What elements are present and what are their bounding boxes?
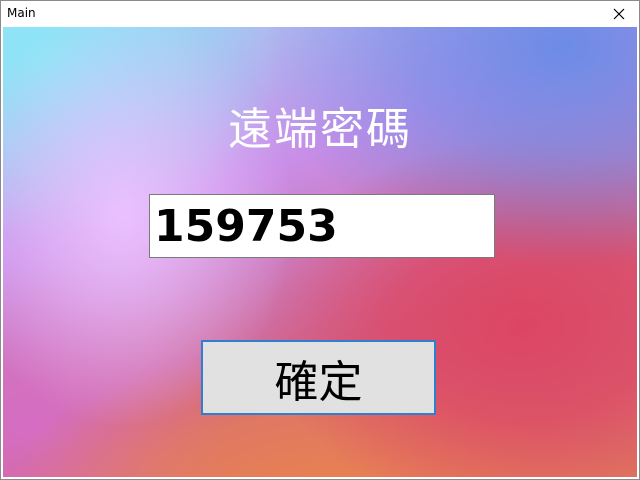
- close-button[interactable]: [599, 1, 639, 27]
- main-window: Main 遠端密碼 確定: [0, 0, 640, 480]
- password-field[interactable]: [149, 194, 495, 258]
- client-area: 遠端密碼 確定: [3, 27, 637, 477]
- title-bar[interactable]: Main: [1, 1, 639, 27]
- window-title: Main: [7, 6, 36, 20]
- close-icon: [613, 8, 625, 20]
- confirm-button[interactable]: 確定: [201, 340, 436, 415]
- page-title: 遠端密碼: [228, 104, 412, 155]
